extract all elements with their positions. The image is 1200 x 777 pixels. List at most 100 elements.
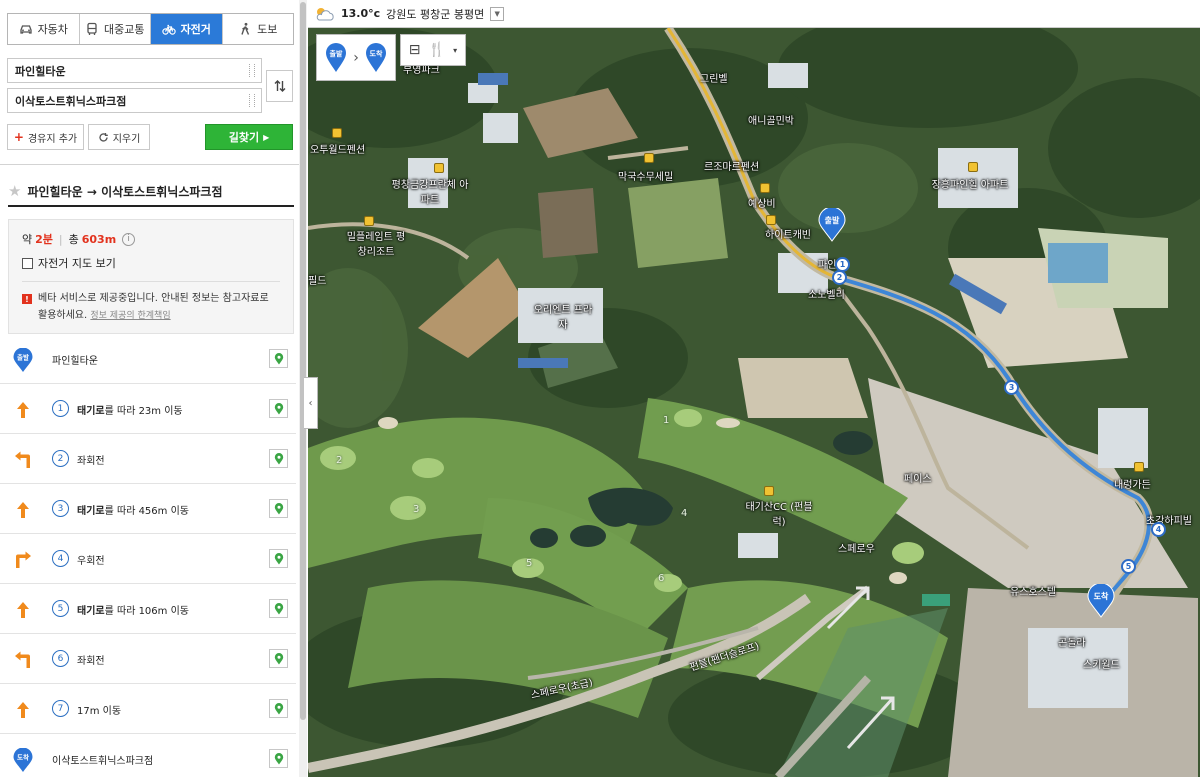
show-on-map-button[interactable] — [269, 749, 288, 768]
step-direction — [11, 498, 35, 522]
route-point-marker[interactable]: 3 — [1004, 380, 1019, 395]
poi-marker-icon[interactable] — [764, 486, 774, 496]
step-text: 17m 이동 — [77, 702, 121, 717]
chevron-down-icon[interactable]: ▾ — [453, 46, 457, 55]
step-text: 태기로를 따라 106m 이동 — [77, 602, 189, 617]
map-place-label[interactable]: 내렁가든 — [1114, 476, 1151, 491]
end-location-input[interactable]: 이삭토스트휘닉스파크점 — [7, 88, 262, 113]
map-place-label[interactable]: 예상비 — [748, 195, 776, 210]
panel-scrollbar-thumb[interactable] — [300, 2, 306, 720]
add-waypoint-button[interactable]: + 경유지 추가 — [7, 124, 84, 150]
start-pin-icon[interactable]: 출발 — [818, 208, 846, 242]
poi-marker-icon[interactable] — [644, 153, 654, 163]
info-icon[interactable]: i — [122, 232, 136, 246]
bike-map-checkbox[interactable] — [22, 257, 33, 269]
bus-icon[interactable]: ⊟ — [409, 42, 421, 58]
route-step[interactable]: 1 태기로를 따라 23m 이동 — [0, 384, 296, 434]
collapse-panel-button[interactable]: ‹ — [304, 377, 318, 429]
map-place-label[interactable]: 유스호스텔 — [1010, 583, 1056, 598]
start-pin-label: 출발 — [825, 215, 840, 225]
step-instruction: 좌회전 — [77, 656, 105, 667]
poi-marker-icon[interactable] — [364, 216, 374, 226]
map-place-label[interactable]: 밀플레임트 평창리조트 — [346, 228, 406, 258]
show-on-map-button[interactable] — [269, 499, 288, 518]
map-place-label[interactable]: 애니골민박 — [748, 112, 794, 127]
show-on-map-button[interactable] — [269, 549, 288, 568]
step-direction — [11, 548, 35, 572]
chevron-down-icon[interactable]: ▼ — [490, 6, 505, 21]
poi-marker-icon[interactable] — [1134, 462, 1144, 472]
route-point-marker[interactable]: 4 — [1151, 522, 1166, 537]
show-on-map-button[interactable] — [269, 599, 288, 618]
drag-handle-icon[interactable] — [249, 64, 255, 77]
map-place-label[interactable]: 페이스 — [904, 470, 932, 485]
map-marker-icon — [274, 752, 283, 764]
bike-map-toggle[interactable]: 자전거 지도 보기 — [22, 255, 280, 271]
clear-button[interactable]: 지우기 — [88, 124, 150, 150]
end-pin-icon: 도착 — [365, 42, 386, 72]
golf-hole-number: 5 — [526, 558, 533, 569]
map-place-label[interactable]: 스페로우 — [838, 540, 875, 555]
route-step[interactable]: 2 좌회전 — [0, 434, 296, 484]
step-number: 7 — [52, 700, 69, 717]
map-place-label[interactable]: 소노벨리 — [808, 286, 845, 301]
route-step[interactable]: 출발 파인힐타운 — [0, 334, 296, 384]
step-direction — [11, 648, 35, 672]
route-step[interactable]: 3 태기로를 따라 456m 이동 — [0, 484, 296, 534]
find-route-button[interactable]: 길찾기 ▶ — [205, 124, 293, 150]
tab-walk[interactable]: 도보 — [222, 14, 293, 44]
map-place-label[interactable]: 평창금강프란체 아파트 — [390, 176, 470, 206]
show-on-map-button[interactable] — [269, 449, 288, 468]
chevron-right-icon: › — [353, 49, 359, 66]
map-place-label[interactable]: 파인 — [818, 256, 836, 271]
step-instruction: 17m 이동 — [77, 706, 122, 717]
start-location-value: 파인힐타운 — [15, 64, 66, 78]
drag-handle-icon[interactable] — [249, 94, 255, 107]
star-favorite-icon[interactable]: ★ — [8, 182, 21, 200]
tab-bike[interactable]: 자전거 — [151, 14, 223, 44]
map-place-label[interactable]: 그린벨 — [700, 70, 728, 85]
liability-link[interactable]: 정보 제공의 한계책임 — [90, 311, 170, 321]
show-on-map-button[interactable] — [269, 349, 288, 368]
start-location-input[interactable]: 파인힐타운 — [7, 58, 262, 83]
step-text: 태기로를 따라 456m 이동 — [77, 502, 189, 517]
route-step[interactable]: 5 태기로를 따라 106m 이동 — [0, 584, 296, 634]
bike-map-label: 자전거 지도 보기 — [38, 257, 116, 270]
tab-transit[interactable]: 대중교통 — [79, 14, 151, 44]
poi-marker-icon[interactable] — [968, 162, 978, 172]
map-place-label[interactable]: 필드 — [308, 272, 326, 287]
poi-marker-icon[interactable] — [434, 163, 444, 173]
swap-locations-button[interactable] — [266, 70, 293, 102]
restaurant-icon[interactable]: 🍴 — [428, 42, 445, 58]
map-place-label[interactable]: 막국수무세밀 — [618, 168, 673, 183]
map-marker-icon — [274, 602, 283, 614]
route-step[interactable]: 도착 이삭토스트휘닉스파크점 — [0, 734, 296, 777]
plus-icon: + — [13, 130, 24, 144]
end-pin-icon[interactable]: 도착 — [1087, 584, 1115, 618]
route-endpoint-toggle[interactable]: 출발 › 도착 — [316, 34, 396, 81]
show-on-map-button[interactable] — [269, 399, 288, 418]
route-point-marker[interactable]: 2 — [832, 270, 847, 285]
map-directions-app: 자동차 대중교통 자전거 도보 파인힐타운 이삭토스트휘닉스파크점 + 경유지 … — [0, 0, 1200, 777]
map-place-label[interactable]: 장흥파인힐 아파트 — [930, 176, 1010, 191]
poi-marker-icon[interactable] — [760, 183, 770, 193]
route-step[interactable]: 7 17m 이동 — [0, 684, 296, 734]
map-place-label[interactable]: 르조마르펜션 — [704, 158, 759, 173]
route-step[interactable]: 4 우회전 — [0, 534, 296, 584]
satellite-map[interactable]: 1 2 3 4 5 6 부영파크 그린벨 애니골민박 르조마르펜션 막국수무세밀… — [308, 28, 1200, 777]
step-number: 2 — [52, 450, 69, 467]
map-place-label[interactable]: 곤돌라 — [1058, 634, 1086, 649]
map-place-label[interactable]: 하이트캐빈 — [765, 226, 811, 241]
map-place-label[interactable]: 태기산CC (펀블럭) — [744, 498, 814, 528]
poi-marker-icon[interactable] — [766, 215, 776, 225]
map-place-label[interactable]: 오투월드펜션 — [310, 141, 365, 156]
show-on-map-button[interactable] — [269, 699, 288, 718]
map-place-label[interactable]: 오리엔트 프라자 — [533, 301, 593, 331]
show-on-map-button[interactable] — [269, 649, 288, 668]
route-point-marker[interactable]: 5 — [1121, 559, 1136, 574]
route-step[interactable]: 6 좌회전 — [0, 634, 296, 684]
transport-mode-tabs: 자동차 대중교통 자전거 도보 — [7, 13, 294, 45]
map-place-label[interactable]: 스키월드 — [1083, 656, 1120, 671]
tab-car[interactable]: 자동차 — [8, 14, 80, 44]
poi-marker-icon[interactable] — [332, 128, 342, 138]
